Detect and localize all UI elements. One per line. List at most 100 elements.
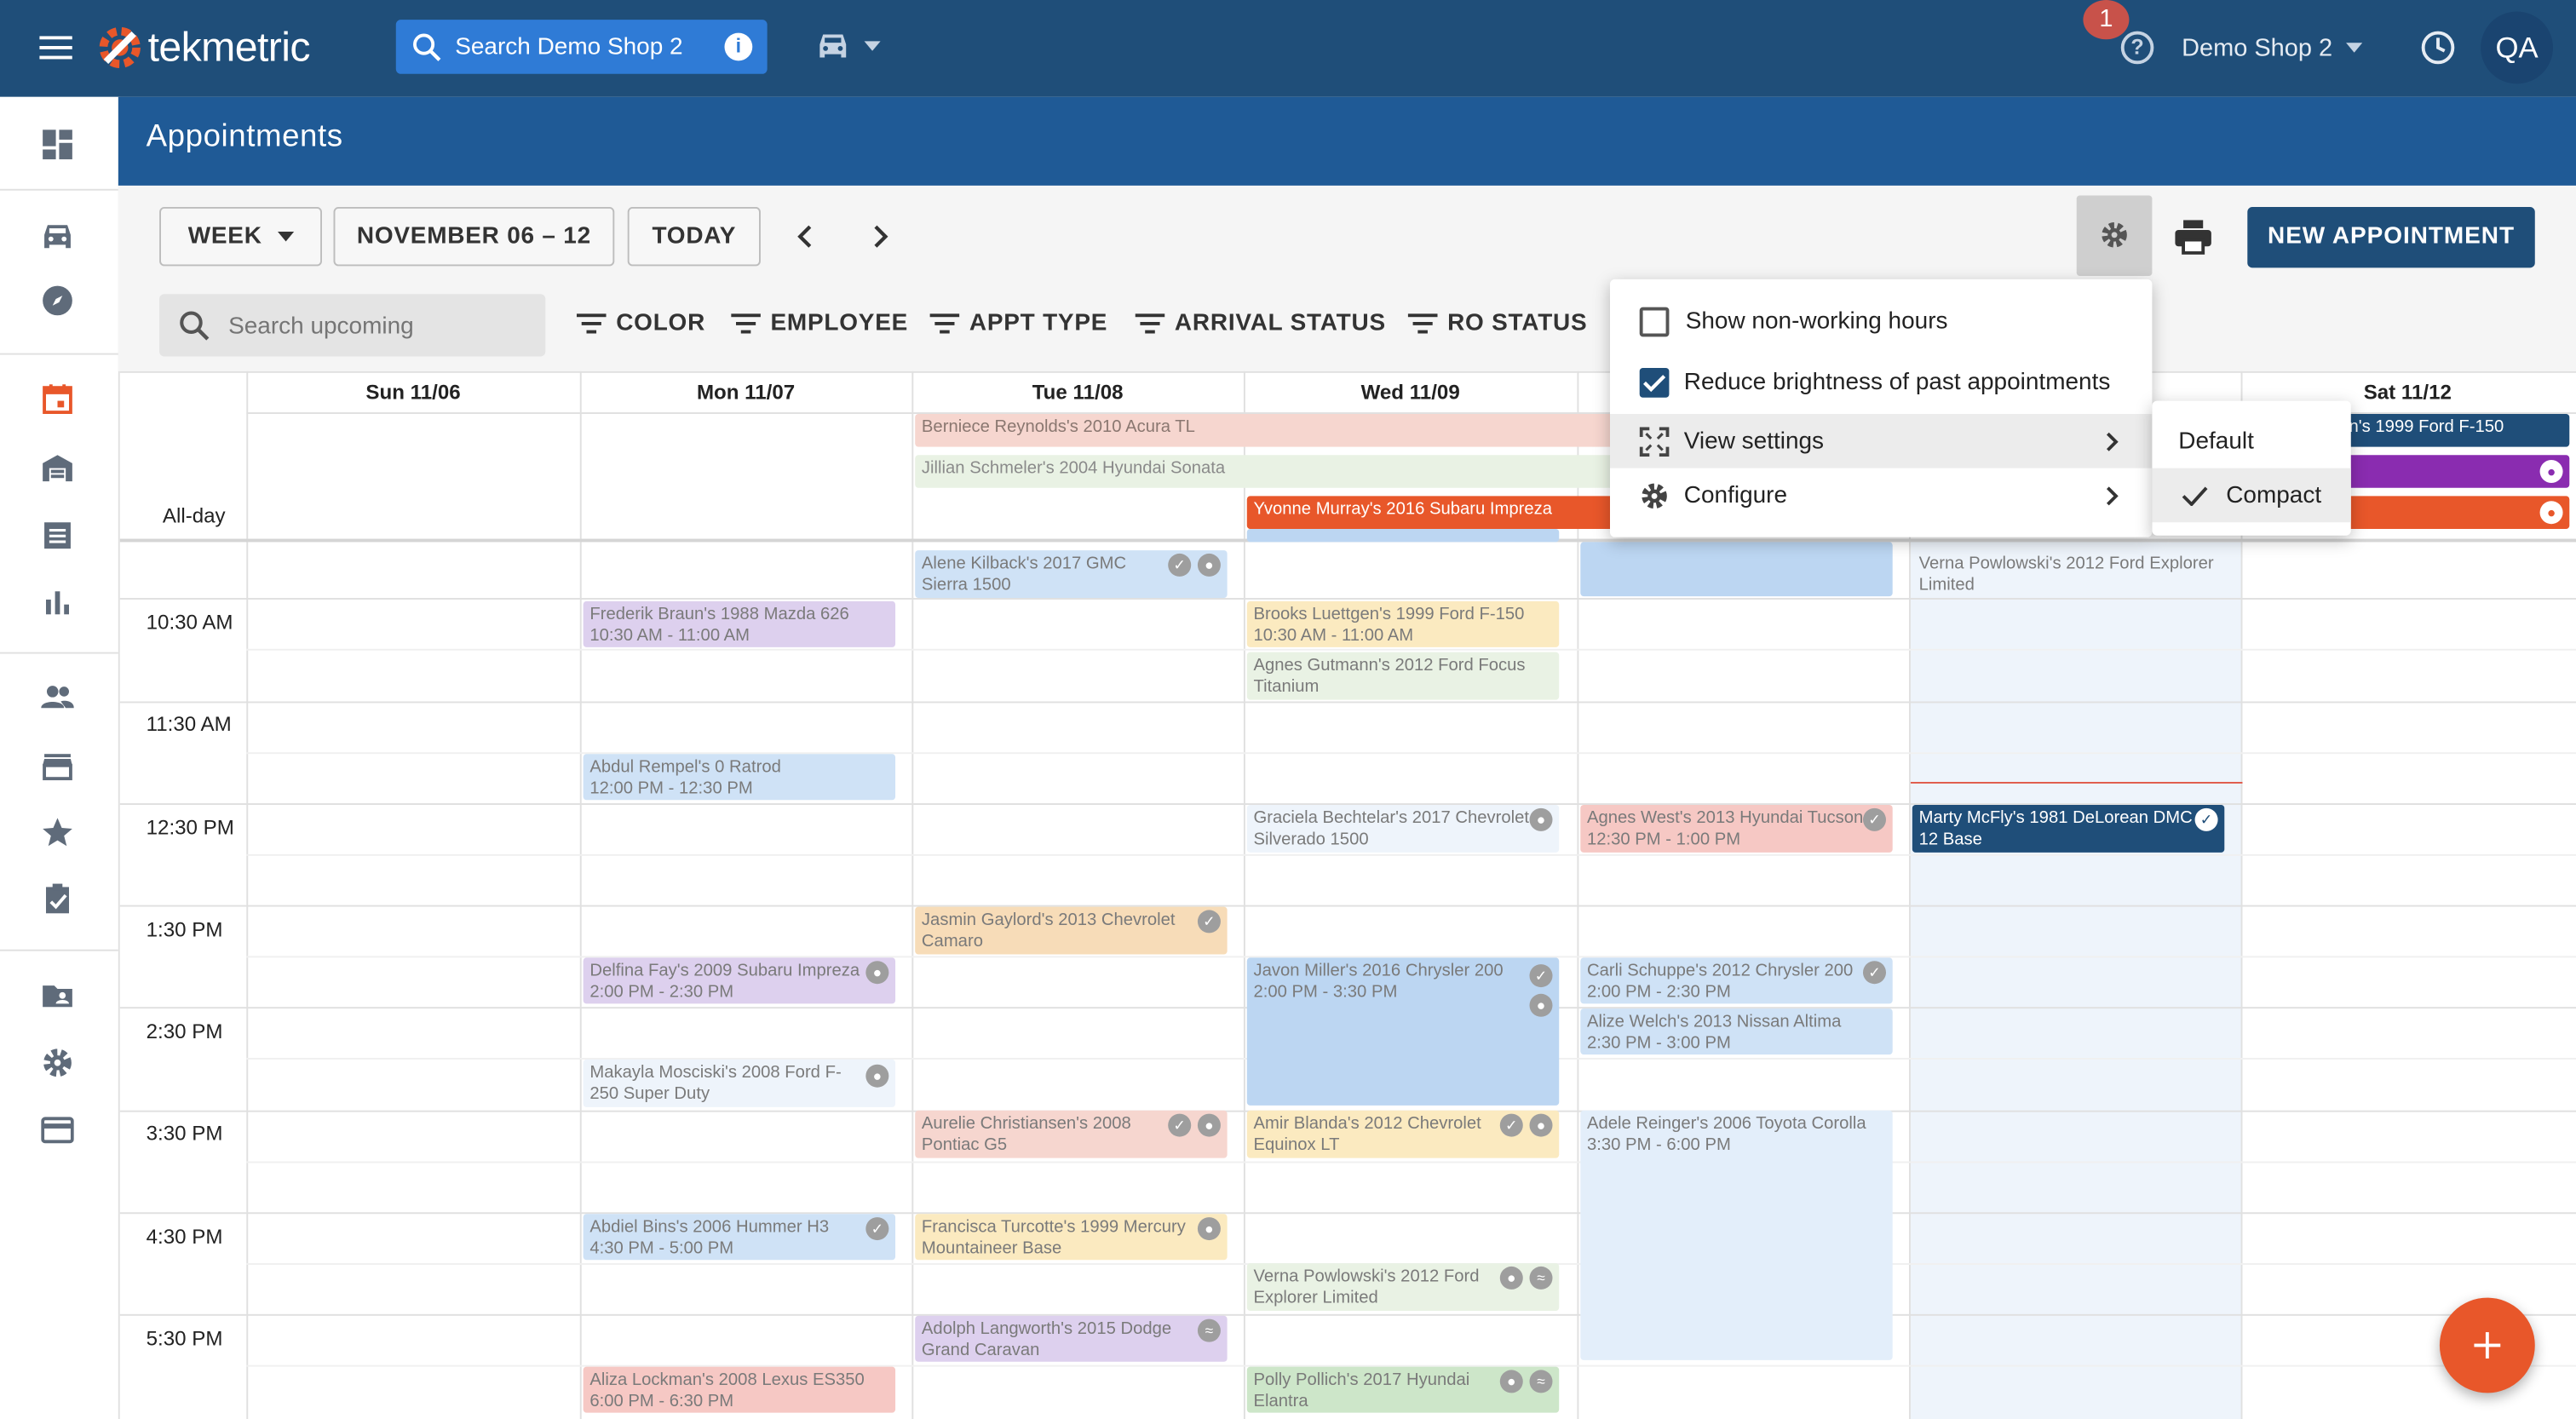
- invoice-icon[interactable]: [41, 519, 74, 552]
- dashboard-icon[interactable]: [41, 128, 74, 161]
- appointment[interactable]: Polly Pollich's 2017 Hyundai Elantra ● ≈: [1246, 1366, 1560, 1413]
- chevron-down-icon: [2345, 43, 2362, 53]
- calendar-icon[interactable]: [41, 382, 74, 416]
- prev-week-button[interactable]: [789, 218, 822, 254]
- event-title: Jillian Schmeler's 2004 Hyundai Sonata: [921, 458, 1226, 479]
- menu-item-show-nonworking[interactable]: Show non-working hours: [1610, 294, 2152, 348]
- allday-event[interactable]: Yvonne Murray's 2016 Subaru Impreza: [1246, 496, 1613, 529]
- view-option-compact[interactable]: Compact: [2152, 468, 2351, 523]
- appointment[interactable]: Verna Powlowski's 2012 Ford Explorer Lim…: [1912, 550, 2225, 598]
- day-header[interactable]: Tue 11/08: [911, 373, 1244, 412]
- calendar-settings-button[interactable]: [2076, 195, 2153, 276]
- appointment[interactable]: Abdiel Bins's 2006 Hummer H3 4:30 PM - 5…: [583, 1214, 896, 1261]
- search-upcoming[interactable]: [159, 294, 546, 357]
- appointment[interactable]: Makayla Mosciski's 2008 Ford F- 250 Supe…: [583, 1059, 896, 1107]
- appointment[interactable]: Javon Miller's 2016 Chrysler 200 2:00 PM…: [1246, 957, 1560, 1106]
- appointment[interactable]: Alize Welch's 2013 Nissan Altima 2:30 PM…: [1580, 1008, 1893, 1055]
- appointment[interactable]: [1246, 528, 1560, 543]
- credit-card-icon[interactable]: [41, 1114, 74, 1147]
- logo[interactable]: tekmetric: [95, 20, 311, 76]
- view-option-default[interactable]: Default: [2152, 414, 2350, 468]
- view-select[interactable]: WEEK: [159, 206, 322, 267]
- appointment[interactable]: Brooks Luettgen's 1999 Ford F-150 10:30 …: [1246, 600, 1560, 647]
- chevron-down-icon: [864, 41, 881, 51]
- appointment[interactable]: Marty McFly's 1981 DeLorean DMC 12 Base …: [1912, 804, 2225, 853]
- appointment[interactable]: [1580, 542, 1893, 597]
- clock-icon[interactable]: [2420, 30, 2456, 66]
- event-subtitle: 3:30 PM - 6:00 PM: [1586, 1135, 1731, 1155]
- appointment[interactable]: Aurelie Christiansen's 2008 Pontiac G5 ✓…: [915, 1110, 1228, 1158]
- menu-item-view-settings[interactable]: View settings: [1609, 413, 2153, 468]
- help-icon[interactable]: ?: [2120, 31, 2154, 65]
- next-week-button[interactable]: [864, 218, 897, 254]
- appointment[interactable]: Delfina Fay's 2009 Subaru Impreza 2:00 P…: [583, 957, 896, 1004]
- star-icon[interactable]: [41, 816, 74, 849]
- global-search[interactable]: Search Demo Shop 2 i: [395, 20, 768, 74]
- date-range-button[interactable]: NOVEMBER 06 – 12: [333, 206, 615, 267]
- appointment[interactable]: Agnes Gutmann's 2012 Ford Focus Titanium: [1246, 652, 1560, 700]
- filter-color[interactable]: COLOR: [576, 306, 705, 342]
- garage-icon[interactable]: [41, 451, 74, 485]
- appointment[interactable]: Francisca Turcotte's 1999 Mercury Mounta…: [915, 1214, 1228, 1261]
- event-subtitle: Mountaineer Base: [921, 1238, 1062, 1259]
- appointment[interactable]: Abdul Rempel's 0 Ratrod 12:00 PM - 12:30…: [583, 754, 896, 801]
- appointment[interactable]: Adele Reinger's 2006 Toyota Corolla 3:30…: [1580, 1110, 1893, 1360]
- event-subtitle: 12:00 PM - 12:30 PM: [589, 778, 753, 799]
- person-icon: ●: [1197, 1113, 1221, 1137]
- clipboard-icon[interactable]: [41, 882, 74, 916]
- info-icon[interactable]: i: [724, 32, 753, 61]
- check-icon: ✓: [1168, 553, 1192, 577]
- add-fab-button[interactable]: [2439, 1297, 2535, 1393]
- day-header[interactable]: Mon 11/07: [580, 373, 912, 412]
- appointment[interactable]: Verna Powlowski's 2012 Ford Explorer Lim…: [1246, 1263, 1560, 1311]
- checkbox-unchecked-icon[interactable]: [1639, 306, 1670, 336]
- appointment[interactable]: Frederik Braun's 1988 Mazda 626 10:30 AM…: [583, 600, 896, 647]
- allday-event[interactable]: Berniece Reynolds's 2010 Acura TL: [915, 413, 1613, 447]
- allday-event[interactable]: ●: [2332, 455, 2570, 488]
- event-title: Adolph Langworth's 2015 Dodge: [921, 1318, 1172, 1339]
- customers-icon[interactable]: [41, 680, 74, 713]
- filter-arrival-status[interactable]: ARRIVAL STATUS: [1135, 306, 1386, 342]
- today-button[interactable]: TODAY: [627, 206, 761, 267]
- appointment[interactable]: Agnes West's 2013 Hyundai Tucson 12:30 P…: [1580, 804, 1893, 853]
- folder-user-icon[interactable]: [41, 979, 74, 1012]
- print-button[interactable]: [2173, 218, 2212, 255]
- menu-item-reduce-brightness[interactable]: Reduce brightness of past appointments: [1610, 355, 2152, 410]
- event-subtitle: Explorer Limited: [1253, 1287, 1378, 1308]
- filter-ro-status[interactable]: RO STATUS: [1407, 306, 1588, 342]
- menu-icon[interactable]: [39, 32, 72, 65]
- filter-label: RO STATUS: [1447, 310, 1588, 337]
- filter-label: ARRIVAL STATUS: [1174, 310, 1386, 337]
- menu-item-configure[interactable]: Configure: [1610, 468, 2152, 523]
- appointment[interactable]: Amir Blanda's 2012 Chevrolet Equinox LT …: [1246, 1110, 1560, 1158]
- car-icon[interactable]: [41, 220, 74, 253]
- expand-icon: [1639, 426, 1670, 457]
- event-subtitle: 6:00 PM - 6:30 PM: [589, 1391, 734, 1411]
- new-appointment-button[interactable]: NEW APPOINTMENT: [2247, 206, 2535, 268]
- checkbox-checked-icon[interactable]: [1639, 367, 1670, 397]
- bar-chart-icon[interactable]: [41, 585, 74, 618]
- allday-event[interactable]: ●: [2332, 496, 2570, 529]
- appointment[interactable]: Alene Kilback's 2017 GMC Sierra 1500 ✓ ●: [915, 550, 1228, 598]
- allday-event[interactable]: en's 1999 Ford F-150: [2332, 413, 2570, 447]
- appointment[interactable]: Aliza Lockman's 2008 Lexus ES350 6:00 PM…: [583, 1366, 896, 1413]
- gear-icon[interactable]: [41, 1046, 74, 1079]
- vehicle-dropdown[interactable]: [815, 30, 888, 66]
- user-avatar[interactable]: QA: [2481, 11, 2553, 84]
- allday-event[interactable]: Jillian Schmeler's 2004 Hyundai Sonata: [915, 455, 1613, 488]
- appointment[interactable]: Jasmin Gaylord's 2013 Chevrolet Camaro ✓: [915, 906, 1228, 955]
- shop-switcher[interactable]: Demo Shop 2: [2182, 30, 2362, 66]
- appointment[interactable]: Adolph Langworth's 2015 Dodge Grand Cara…: [915, 1315, 1228, 1362]
- search-upcoming-input[interactable]: [225, 307, 536, 347]
- store-icon[interactable]: [41, 749, 74, 782]
- day-header[interactable]: Sun 11/06: [246, 373, 579, 412]
- compass-icon[interactable]: [41, 284, 74, 318]
- notification-badge[interactable]: 1: [2083, 0, 2130, 40]
- filter-employee[interactable]: EMPLOYEE: [731, 306, 908, 342]
- day-header[interactable]: Wed 11/09: [1244, 373, 1577, 412]
- appointment[interactable]: Graciela Bechtelar's 2017 Chevrolet Silv…: [1246, 804, 1560, 853]
- time-label: 5:30 PM: [146, 1327, 223, 1351]
- filter-appt-type[interactable]: APPT TYPE: [929, 306, 1108, 342]
- person-icon: ●: [1499, 1266, 1523, 1290]
- appointment[interactable]: Carli Schuppe's 2012 Chrysler 200 2:00 P…: [1580, 957, 1893, 1004]
